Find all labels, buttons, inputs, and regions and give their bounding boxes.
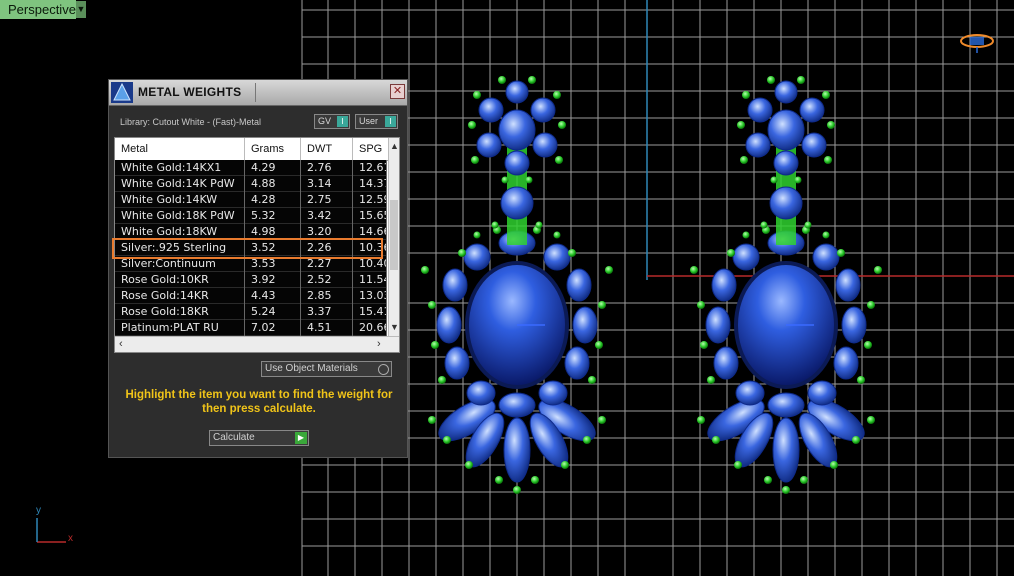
- play-icon: ▶: [295, 432, 307, 444]
- checkbox-icon: [378, 364, 389, 375]
- cell-spg: 20.66: [353, 320, 387, 336]
- use-object-materials-label: Use Object Materials: [265, 363, 358, 374]
- table-row[interactable]: Rose Gold:10KR3.922.5211.54: [115, 272, 387, 288]
- gv-toggle-label: GV: [318, 116, 332, 126]
- cell-metal: Rose Gold:10KR: [115, 272, 245, 288]
- metal-weights-panel: METAL WEIGHTS ✕ Library: Cutout White - …: [108, 79, 408, 458]
- axis-y-label: y: [36, 505, 41, 516]
- cell-grams: 4.88: [245, 176, 301, 192]
- calculate-button[interactable]: Calculate ▶: [209, 430, 309, 446]
- cell-grams: 7.02: [245, 320, 301, 336]
- table-row[interactable]: White Gold:14KX14.292.7612.61: [115, 160, 387, 176]
- table-row[interactable]: Rose Gold:18KR5.243.3715.41: [115, 304, 387, 320]
- cell-metal: Rose Gold:14KR: [115, 288, 245, 304]
- scroll-up-icon[interactable]: ▲: [390, 141, 399, 151]
- viewport-menu-arrow-icon[interactable]: ▼: [76, 1, 86, 18]
- library-label: Library: Cutout White - (Fast)-Metal: [120, 117, 262, 127]
- calculate-label: Calculate: [213, 432, 255, 443]
- table-header: Metal Grams DWT SPG: [115, 138, 395, 161]
- cell-dwt: 3.14: [301, 176, 353, 192]
- cell-grams: 5.24: [245, 304, 301, 320]
- left-earring: [420, 75, 614, 495]
- scroll-thumb[interactable]: [390, 200, 398, 270]
- cell-metal: White Gold:18K PdW: [115, 208, 245, 224]
- gv-toggle[interactable]: GV I: [314, 114, 350, 129]
- horizontal-scrollbar[interactable]: ‹ ›: [115, 336, 399, 352]
- cell-spg: 11.54: [353, 272, 387, 288]
- selected-row-highlight: [112, 238, 383, 259]
- cell-grams: 4.28: [245, 192, 301, 208]
- cell-spg: 15.65: [353, 208, 387, 224]
- column-header-metal[interactable]: Metal: [115, 138, 245, 160]
- header-divider: [255, 83, 256, 102]
- column-header-dwt[interactable]: DWT: [301, 138, 353, 160]
- cell-dwt: 3.37: [301, 304, 353, 320]
- panel-header[interactable]: METAL WEIGHTS ✕: [109, 80, 407, 106]
- cell-dwt: 2.75: [301, 192, 353, 208]
- camera-icon: [960, 34, 994, 53]
- table-row[interactable]: White Gold:18K PdW5.323.4215.65: [115, 208, 387, 224]
- cell-spg: 14.37: [353, 176, 387, 192]
- user-toggle[interactable]: User I: [355, 114, 398, 129]
- vertical-scrollbar[interactable]: ▲ ▼: [388, 138, 399, 336]
- column-header-spg[interactable]: SPG: [353, 138, 393, 160]
- column-header-grams[interactable]: Grams: [245, 138, 301, 160]
- cell-spg: 12.61: [353, 160, 387, 176]
- cell-dwt: 3.42: [301, 208, 353, 224]
- use-object-materials-checkbox[interactable]: Use Object Materials: [261, 361, 392, 377]
- toggle-knob-icon: I: [385, 116, 396, 127]
- logo-icon: [111, 82, 133, 103]
- cell-metal: White Gold:14K PdW: [115, 176, 245, 192]
- table-row[interactable]: White Gold:14K PdW4.883.1414.37: [115, 176, 387, 192]
- cell-metal: White Gold:14KW: [115, 192, 245, 208]
- cell-dwt: 2.76: [301, 160, 353, 176]
- viewport-label[interactable]: Perspective: [0, 0, 76, 19]
- cell-spg: 15.41: [353, 304, 387, 320]
- cell-metal: Rose Gold:18KR: [115, 304, 245, 320]
- cell-grams: 5.32: [245, 208, 301, 224]
- toggle-knob-icon: I: [337, 116, 348, 127]
- cell-grams: 3.92: [245, 272, 301, 288]
- axis-gizmo-icon: [36, 518, 66, 543]
- right-earring: [689, 75, 883, 495]
- axis-x-label: x: [68, 533, 73, 544]
- scroll-left-icon[interactable]: ‹: [119, 338, 123, 350]
- cell-grams: 4.43: [245, 288, 301, 304]
- scroll-down-icon[interactable]: ▼: [390, 322, 399, 332]
- instruction-message: Highlight the item you want to find the …: [125, 389, 393, 415]
- cell-metal: White Gold:14KX1: [115, 160, 245, 176]
- table-row[interactable]: White Gold:14KW4.282.7512.59: [115, 192, 387, 208]
- scroll-right-icon[interactable]: ›: [377, 338, 381, 350]
- cell-metal: Platinum:PLAT RU: [115, 320, 245, 336]
- close-icon[interactable]: ✕: [390, 84, 405, 99]
- cell-dwt: 4.51: [301, 320, 353, 336]
- cell-grams: 4.29: [245, 160, 301, 176]
- cell-dwt: 2.85: [301, 288, 353, 304]
- cell-dwt: 2.52: [301, 272, 353, 288]
- user-toggle-label: User: [359, 116, 379, 126]
- cell-spg: 12.59: [353, 192, 387, 208]
- panel-title: METAL WEIGHTS: [138, 85, 242, 99]
- table-row[interactable]: Platinum:PLAT RU7.024.5120.66: [115, 320, 387, 336]
- table-row[interactable]: Rose Gold:14KR4.432.8513.03: [115, 288, 387, 304]
- cell-spg: 13.03: [353, 288, 387, 304]
